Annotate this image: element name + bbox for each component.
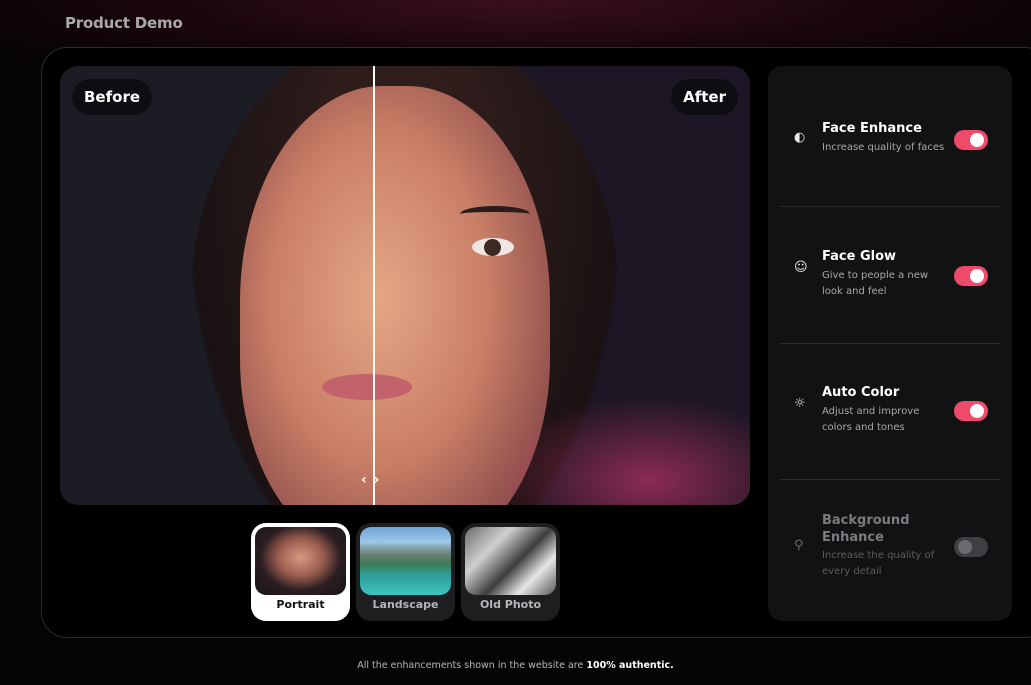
background-icon: ⚲ bbox=[794, 538, 804, 553]
divider bbox=[780, 479, 1000, 480]
sample-label: Portrait bbox=[276, 598, 325, 611]
sample-portrait[interactable]: Portrait bbox=[251, 523, 350, 621]
feature-title: Face Enhance bbox=[822, 121, 922, 136]
section-title: Product Demo bbox=[65, 14, 183, 32]
comparison-divider[interactable] bbox=[373, 66, 375, 505]
sample-old-photo[interactable]: Old Photo bbox=[461, 523, 560, 621]
sample-label: Old Photo bbox=[479, 598, 542, 611]
divider bbox=[780, 343, 1000, 344]
sample-label: Landscape bbox=[372, 598, 439, 611]
footer-note: All the enhancements shown in the websit… bbox=[0, 660, 1031, 671]
old-photo-thumbnail bbox=[465, 527, 556, 595]
portrait-thumbnail bbox=[255, 527, 346, 595]
face-glow-toggle[interactable] bbox=[954, 266, 988, 286]
auto-color-toggle[interactable] bbox=[954, 401, 988, 421]
face-glow-icon: ☺ bbox=[794, 260, 808, 275]
face-enhance-icon: ◐ bbox=[794, 130, 806, 145]
face-enhance-toggle[interactable] bbox=[954, 130, 988, 150]
background-enhance-toggle[interactable] bbox=[954, 537, 988, 557]
feature-description: Increase quality of faces bbox=[822, 142, 945, 153]
sample-landscape[interactable]: Landscape bbox=[356, 523, 455, 621]
feature-description: Adjust and improve colors and tones bbox=[822, 406, 920, 433]
landscape-thumbnail bbox=[360, 527, 451, 595]
feature-description: Increase the quality of every detail bbox=[822, 550, 935, 577]
after-label: After bbox=[671, 79, 738, 115]
after-image bbox=[190, 66, 750, 505]
feature-description: Give to people a new look and feel bbox=[822, 270, 929, 297]
feature-title: Background Enhance bbox=[822, 513, 910, 545]
sun-icon: ☼ bbox=[794, 396, 806, 411]
before-label: Before bbox=[72, 79, 153, 115]
footer-text: All the enhancements shown in the websit… bbox=[357, 660, 584, 671]
before-after-viewer[interactable]: ‹ › Before After bbox=[60, 66, 750, 505]
footer-highlight: 100% authentic. bbox=[586, 660, 674, 671]
drag-handle-icon[interactable]: ‹ › bbox=[361, 472, 380, 488]
feature-title: Face Glow bbox=[822, 249, 897, 264]
feature-title: Auto Color bbox=[822, 385, 900, 400]
features-panel: ◐ Face Enhance Increase quality of faces… bbox=[768, 66, 1012, 621]
divider bbox=[780, 206, 1000, 207]
